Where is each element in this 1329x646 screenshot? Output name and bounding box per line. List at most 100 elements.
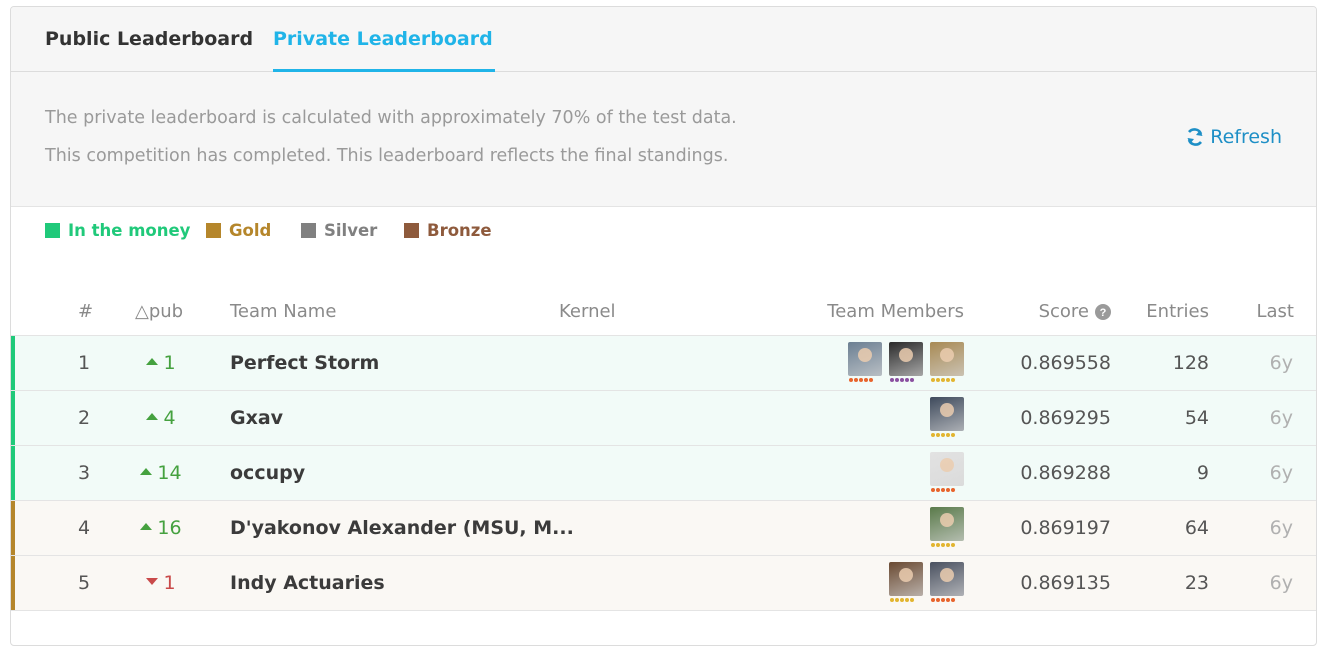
legend-label: In the money <box>68 221 191 240</box>
entries-cell: 128 <box>1172 352 1209 374</box>
tier-dot <box>946 598 950 602</box>
tier-dot <box>895 378 899 382</box>
team-name-link[interactable]: Gxav <box>230 391 283 445</box>
score-cell: 0.869295 <box>1020 407 1111 429</box>
tier-dot <box>946 488 950 492</box>
table-row[interactable]: 5 1 Indy Actuaries 0.869135 23 6y <box>11 556 1316 611</box>
member[interactable] <box>848 342 882 382</box>
tier-dot <box>910 378 914 382</box>
tier-dots <box>930 433 964 437</box>
avatar-face <box>858 348 872 362</box>
avatar[interactable] <box>930 507 964 541</box>
table-row[interactable]: 1 1 Perfect Storm 0.869558 128 6y <box>11 336 1316 391</box>
avatar[interactable] <box>930 562 964 596</box>
column-team-name[interactable]: Team Name <box>230 301 336 322</box>
refresh-icon <box>1187 128 1203 146</box>
column-entries[interactable]: Entries <box>1146 301 1209 322</box>
tier-dot <box>946 543 950 547</box>
triangle-up-icon <box>146 358 159 365</box>
tier-dots <box>848 378 882 382</box>
member[interactable] <box>930 507 964 547</box>
tier-dots <box>930 378 964 382</box>
avatar[interactable] <box>889 562 923 596</box>
last-submission-cell: 6y <box>1269 352 1293 374</box>
column-score[interactable]: Score ? <box>1039 301 1111 322</box>
leaderboard-info: The private leaderboard is calculated wi… <box>11 72 1316 207</box>
table-row[interactable]: 3 14 occupy 0.869288 9 6y <box>11 446 1316 501</box>
avatar-face <box>940 403 954 417</box>
last-submission-cell: 6y <box>1269 407 1293 429</box>
last-submission-cell: 6y <box>1269 462 1293 484</box>
table-row[interactable]: 4 16 D'yakonov Alexander (MSU, M... 0.86919… <box>11 501 1316 556</box>
member[interactable] <box>930 397 964 437</box>
member[interactable] <box>889 562 923 602</box>
delta-value: 14 <box>157 462 182 484</box>
leaderboard-card: Public Leaderboard Private Leaderboard T… <box>10 6 1317 646</box>
delta-cell: 14 <box>121 446 201 500</box>
avatar[interactable] <box>930 452 964 486</box>
medal-tier-bar <box>11 446 15 500</box>
team-name-link[interactable]: occupy <box>230 446 305 500</box>
tier-dot <box>931 598 935 602</box>
delta-value: 1 <box>163 352 176 374</box>
tier-dot <box>936 543 940 547</box>
refresh-button[interactable]: Refresh <box>1185 126 1282 148</box>
triangle-down-icon <box>146 578 159 585</box>
column-last[interactable]: Last <box>1257 301 1295 322</box>
tier-dots <box>889 598 923 602</box>
medal-tier-bar <box>11 556 15 610</box>
info-line-2: This competition has completed. This lea… <box>45 146 729 166</box>
last-submission-cell: 6y <box>1269 572 1293 594</box>
help-icon[interactable]: ? <box>1095 303 1111 320</box>
table-header: # △pub Team Name Kernel Team Members Sco… <box>11 287 1316 336</box>
tier-dot <box>951 488 955 492</box>
delta-cell: 1 <box>121 336 201 390</box>
team-members <box>930 452 964 492</box>
team-name-link[interactable]: D'yakonov Alexander (MSU, M... <box>230 501 574 555</box>
tier-dot <box>951 543 955 547</box>
member[interactable] <box>889 342 923 382</box>
legend-swatch <box>45 223 60 238</box>
member[interactable] <box>930 452 964 492</box>
avatar-face <box>940 458 954 472</box>
column-delta-public[interactable]: △pub <box>135 301 183 322</box>
legend-label: Gold <box>229 221 272 240</box>
tier-dot <box>900 378 904 382</box>
tier-dot <box>905 598 909 602</box>
tier-dot <box>946 378 950 382</box>
tier-dot <box>890 378 894 382</box>
member[interactable] <box>930 562 964 602</box>
tab-public-leaderboard[interactable]: Public Leaderboard <box>45 7 253 72</box>
tab-private-leaderboard[interactable]: Private Leaderboard <box>273 7 495 72</box>
legend-swatch <box>206 223 221 238</box>
team-members <box>930 397 964 437</box>
tier-dot <box>951 598 955 602</box>
tier-dot <box>890 598 894 602</box>
entries-cell: 54 <box>1184 407 1209 429</box>
member[interactable] <box>930 342 964 382</box>
tier-dot <box>931 488 935 492</box>
team-name-link[interactable]: Perfect Storm <box>230 336 379 390</box>
tier-dot <box>854 378 858 382</box>
score-cell: 0.869135 <box>1020 572 1111 594</box>
delta-cell: 16 <box>121 501 201 555</box>
team-name-link[interactable]: Indy Actuaries <box>230 556 385 610</box>
tier-dot <box>859 378 863 382</box>
legend-bronze: Bronze <box>404 221 492 240</box>
score-cell: 0.869197 <box>1020 517 1111 539</box>
delta-cell: 1 <box>121 556 201 610</box>
avatar[interactable] <box>930 342 964 376</box>
avatar[interactable] <box>848 342 882 376</box>
legend-silver: Silver <box>301 221 377 240</box>
tier-dot <box>941 598 945 602</box>
column-score-label: Score <box>1038 301 1089 322</box>
avatar[interactable] <box>930 397 964 431</box>
column-kernel[interactable]: Kernel <box>559 301 616 322</box>
table-row[interactable]: 2 4 Gxav 0.869295 54 6y <box>11 391 1316 446</box>
avatar-face <box>940 348 954 362</box>
leaderboard-rows: 1 1 Perfect Storm 0.869558 128 6y 2 4 Gxav 0.8692… <box>11 336 1316 611</box>
avatar[interactable] <box>889 342 923 376</box>
refresh-label: Refresh <box>1210 126 1282 148</box>
tier-dot <box>936 598 940 602</box>
column-rank[interactable]: # <box>78 301 93 322</box>
